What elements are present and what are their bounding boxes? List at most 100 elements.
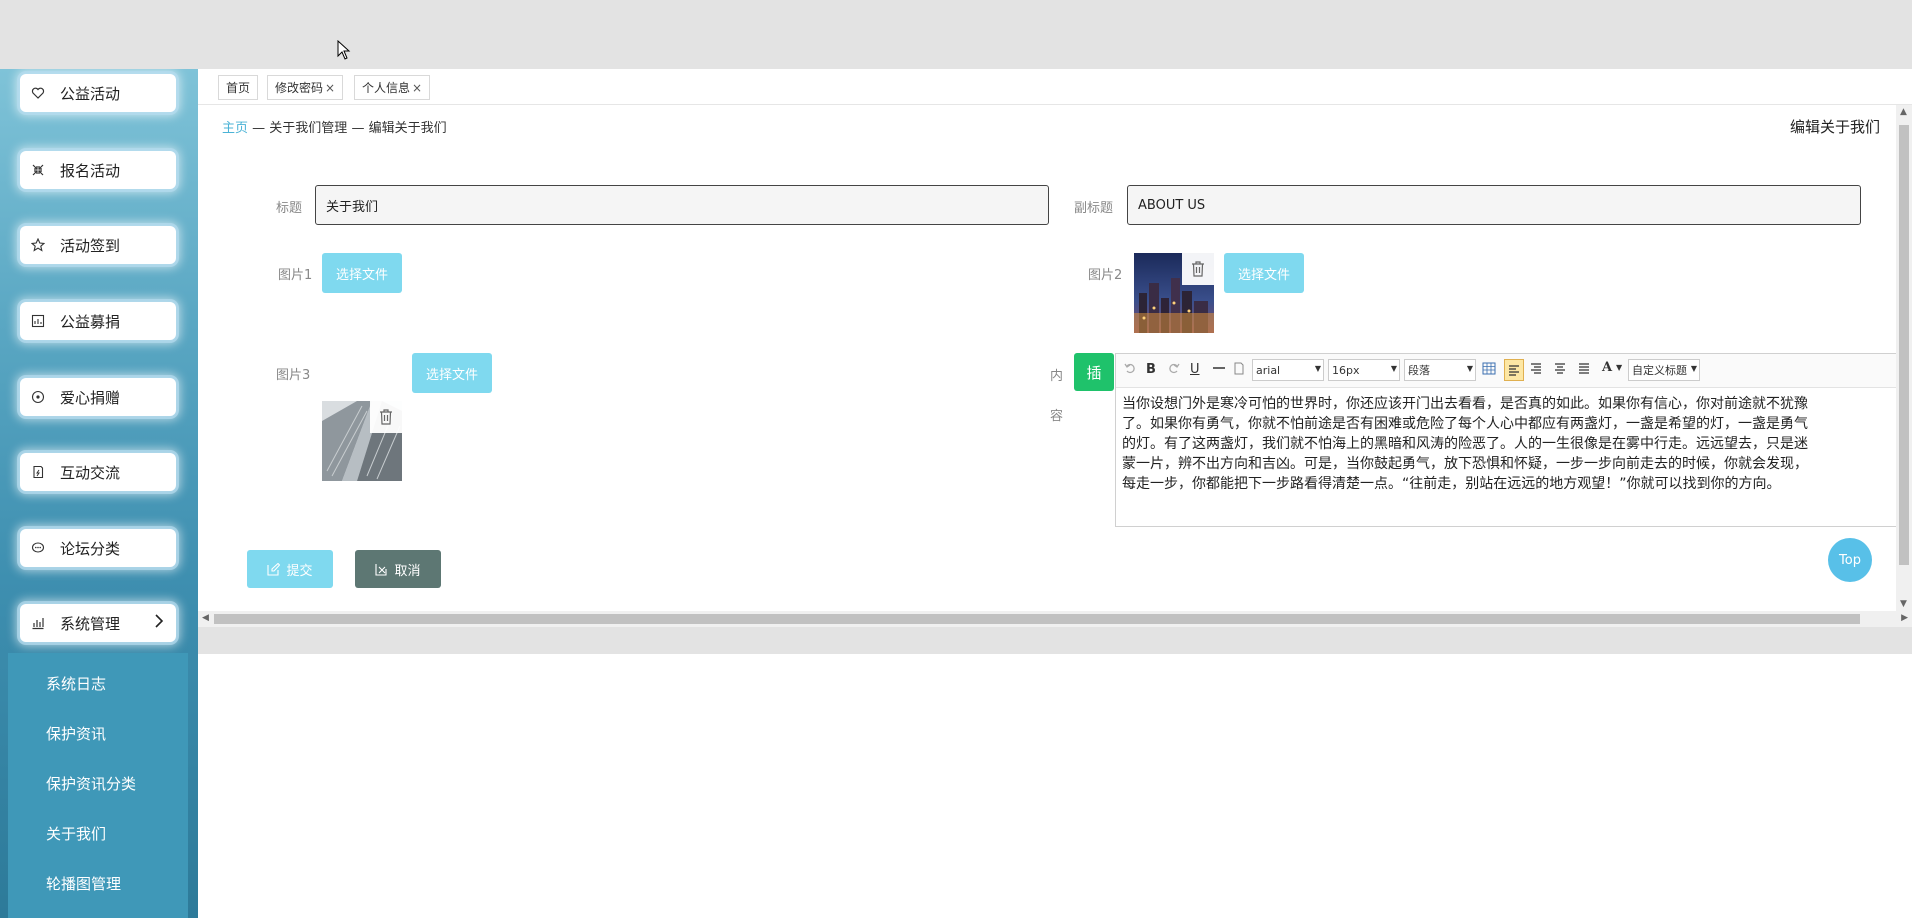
main-content: 首页 修改密码 × 个人信息 × 主页 — 关于我们管理 — 编辑关于我们 编辑…	[198, 69, 1912, 918]
custom-heading-select[interactable]: 自定义标题 ▼	[1628, 359, 1700, 381]
vertical-scrollbar[interactable]: ▲ ▼	[1896, 105, 1912, 611]
dropdown-arrow-icon: ▼	[1390, 364, 1397, 373]
redo-icon[interactable]	[1168, 362, 1180, 378]
back-to-top-button[interactable]: Top	[1828, 538, 1872, 582]
undo-icon[interactable]	[1124, 362, 1136, 378]
scroll-up-arrow-icon[interactable]: ▲	[1900, 107, 1907, 117]
breadcrumb-separator: —	[351, 121, 365, 136]
content-line: 每走一步，你都能把下一步路看得清楚一点。“往前走，别站在远远的地方观望！”你就可…	[1122, 476, 1781, 492]
horizontal-rule-icon[interactable]	[1212, 362, 1226, 378]
tab-change-password[interactable]: 修改密码 ×	[267, 75, 344, 100]
sidebar-item-forum-category[interactable]: 论坛分类	[20, 529, 176, 567]
custom-heading-value: 自定义标题	[1632, 364, 1687, 377]
align-right-icon[interactable]	[1530, 362, 1542, 378]
breadcrumb: 主页 — 关于我们管理 — 编辑关于我们	[222, 117, 447, 136]
footer-band	[198, 627, 1912, 654]
sidebar-item-interaction[interactable]: 互动交流	[20, 453, 176, 491]
pic3-thumbnail	[322, 401, 402, 481]
content-label-1: 内	[1050, 369, 1064, 384]
tab-label: 个人信息	[362, 81, 411, 95]
page-title: 编辑关于我们	[1789, 118, 1880, 136]
align-center-icon[interactable]	[1554, 362, 1566, 378]
sidebar-item-label: 公益募捐	[60, 312, 121, 331]
content-label-2: 容	[1050, 409, 1064, 424]
cancel-button[interactable]: 取消	[355, 550, 441, 588]
scrollbar-thumb[interactable]	[214, 614, 1860, 624]
pic2-thumbnail	[1134, 253, 1214, 333]
mouse-cursor-icon	[337, 40, 351, 60]
sidebar-item-label: 报名活动	[60, 161, 121, 180]
content-line: 蒙一片，辨不出方向和吉凶。可是，当你鼓起勇气，放下恐惧和怀疑，一步一步向前走去的…	[1122, 456, 1808, 472]
insert-button[interactable]: 插	[1074, 353, 1114, 391]
sidebar-item-label: 互动交流	[60, 463, 121, 482]
align-left-icon[interactable]	[1504, 359, 1524, 381]
circle-dot-icon	[30, 389, 46, 405]
title-label: 标题	[276, 201, 303, 216]
doc-icon	[30, 464, 46, 480]
align-justify-icon[interactable]	[1578, 362, 1590, 378]
sidebar-item-label: 系统管理	[60, 614, 121, 633]
tab-personal-info[interactable]: 个人信息 ×	[354, 75, 431, 100]
close-icon[interactable]: ×	[325, 81, 335, 95]
paragraph-select[interactable]: 段落 ▼	[1404, 359, 1476, 381]
bold-icon[interactable]: B	[1146, 362, 1156, 377]
delete-pic3-icon[interactable]	[370, 401, 402, 433]
breadcrumb-home[interactable]: 主页	[222, 121, 248, 136]
dropdown-arrow-icon: ▼	[1466, 364, 1473, 373]
submit-label: 提交	[286, 563, 313, 579]
scrollbar-thumb[interactable]	[1899, 125, 1909, 565]
sidebar-item-donation[interactable]: 爱心捐赠	[20, 378, 176, 416]
chat-icon	[30, 540, 46, 556]
sidebar-item-activity-checkin[interactable]: 活动签到	[20, 226, 176, 264]
horizontal-scrollbar[interactable]: ◀ ▶	[198, 611, 1912, 627]
table-icon[interactable]	[1482, 362, 1496, 379]
scroll-right-arrow-icon[interactable]: ▶	[1901, 613, 1908, 623]
sidebar-subitem-carousel-management[interactable]: 轮播图管理	[46, 873, 121, 894]
content-line: 了。如果你有勇气，你就不怕前途是否有困难或危险了每个人心中都应有两盏灯，一盏是希…	[1122, 416, 1808, 432]
subtitle-input[interactable]	[1127, 185, 1861, 225]
chart-icon	[30, 313, 46, 329]
dropdown-arrow-icon: ▼	[1690, 364, 1697, 373]
sidebar-item-label: 论坛分类	[60, 539, 121, 558]
page-break-icon[interactable]	[1234, 362, 1244, 379]
breadcrumb-level1: 关于我们管理	[269, 121, 348, 136]
sidebar-item-charity-activity[interactable]: 公益活动	[20, 74, 176, 112]
rich-text-editor[interactable]: B U arial ▼ 16px ▼ 段落 ▼ A ▼ 自定义标题 ▼ 当你设想…	[1115, 353, 1912, 527]
choose-file-button-pic2[interactable]: 选择文件	[1224, 253, 1304, 293]
bar-chart-icon	[30, 615, 46, 631]
close-icon[interactable]: ×	[412, 81, 422, 95]
sidebar-item-label: 爱心捐赠	[60, 388, 121, 407]
underline-icon[interactable]: U	[1190, 362, 1200, 377]
font-family-value: arial	[1256, 363, 1281, 377]
choose-file-button-pic1[interactable]: 选择文件	[322, 253, 402, 293]
tab-home[interactable]: 首页	[218, 75, 259, 100]
delete-pic2-icon[interactable]	[1182, 253, 1214, 285]
choose-file-button-pic3[interactable]: 选择文件	[412, 353, 492, 393]
heart-hand-icon	[30, 85, 46, 101]
scroll-down-arrow-icon[interactable]: ▼	[1900, 599, 1907, 609]
pic3-label: 图片3	[276, 368, 311, 383]
sidebar-item-system-management[interactable]: 系统管理	[20, 604, 176, 642]
content-line: 当你设想门外是寒冷可怕的世界时，你还应该开门出去看看，是否真的如此。如果你有信心…	[1122, 396, 1808, 412]
sidebar: 公益活动 报名活动 活动签到 公益募捐 爱心捐赠 互动交流 论坛分类 系统管理 …	[0, 69, 198, 918]
editor-content[interactable]: 当你设想门外是寒冷可怕的世界时，你还应该开门出去看看，是否真的如此。如果你有信心…	[1122, 394, 1912, 494]
cancel-label: 取消	[394, 563, 421, 579]
content-line: 的灯。有了这两盏灯，我们就不怕海上的黑暗和风涛的险恶了。人的一生很像是在雾中行走…	[1122, 436, 1808, 452]
cancel-icon	[375, 563, 388, 576]
sidebar-item-signup-activity[interactable]: 报名活动	[20, 151, 176, 189]
sidebar-submenu: 系统日志 保护资讯 保护资讯分类 关于我们 轮播图管理	[8, 653, 188, 918]
sidebar-subitem-system-log[interactable]: 系统日志	[46, 673, 106, 694]
dropdown-arrow-icon[interactable]: ▼	[1616, 363, 1622, 372]
submit-button[interactable]: 提交	[247, 550, 333, 588]
subtitle-label: 副标题	[1074, 201, 1114, 216]
sidebar-item-fundraising[interactable]: 公益募捐	[20, 302, 176, 340]
title-input[interactable]	[315, 185, 1049, 225]
sidebar-subitem-protection-news-category[interactable]: 保护资讯分类	[46, 773, 136, 794]
sidebar-subitem-about-us[interactable]: 关于我们	[46, 823, 106, 844]
font-family-select[interactable]: arial ▼	[1252, 359, 1324, 381]
font-color-icon[interactable]: A	[1602, 360, 1612, 375]
sidebar-subitem-protection-news[interactable]: 保护资讯	[46, 723, 106, 744]
font-size-select[interactable]: 16px ▼	[1328, 359, 1400, 381]
sidebar-item-label: 活动签到	[60, 236, 121, 255]
scroll-left-arrow-icon[interactable]: ◀	[202, 613, 209, 623]
